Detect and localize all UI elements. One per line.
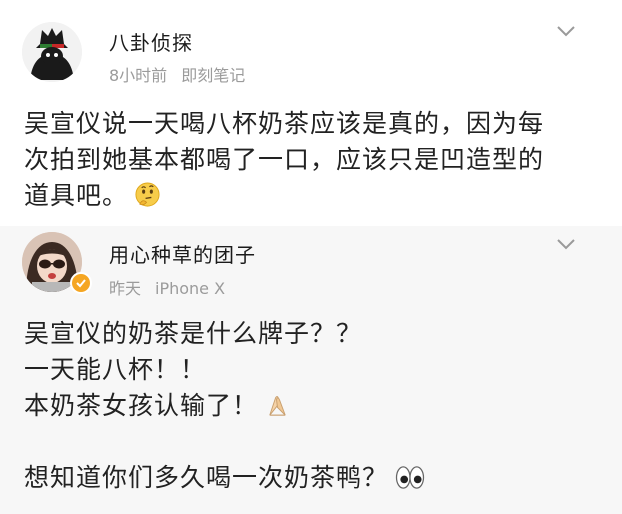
comment-text-segment: 本奶茶女孩认输了！ xyxy=(24,391,259,420)
post-text-segment: 道具吧。 xyxy=(24,181,129,210)
post-text-line: 次拍到她基本都喝了一口，应该只是凹造型的 xyxy=(24,145,545,174)
detective-avatar-icon xyxy=(22,22,82,82)
comment-text: 吴宣仪的奶茶是什么牌子？？ 一天能八杯！！ 本奶茶女孩认输了！ 想知道你们多久喝… xyxy=(24,316,604,496)
comment-text-line: 吴宣仪的奶茶是什么牌子？？ xyxy=(24,319,363,348)
thinking-face-icon xyxy=(135,182,160,207)
post-time: 昨天 xyxy=(109,279,142,298)
post-time: 8小时前 xyxy=(109,66,168,85)
weibo-post: 八卦侦探 8小时前 即刻笔记 吴宣仪说一天喝八杯奶茶应该是真的，因为每 次拍到她基… xyxy=(0,0,622,226)
avatar[interactable] xyxy=(22,22,82,82)
chevron-down-icon[interactable] xyxy=(556,237,576,251)
comment-text-segment: 想知道你们多久喝一次奶茶鸭？ xyxy=(24,463,389,492)
post-text: 吴宣仪说一天喝八杯奶茶应该是真的，因为每 次拍到她基本都喝了一口，应该只是凹造型… xyxy=(24,106,604,214)
folded-hands-icon xyxy=(269,396,286,416)
comment-text-line: 本奶茶女孩认输了！ xyxy=(24,388,604,424)
comment-text-line: 想知道你们多久喝一次奶茶鸭？ xyxy=(24,460,604,496)
post-source: iPhone X xyxy=(155,279,226,298)
eyes-icon xyxy=(395,466,425,489)
author-name[interactable]: 用心种草的团子 xyxy=(109,239,256,268)
post-meta: 昨天 iPhone X xyxy=(109,275,225,299)
comment-text-line: 一天能八杯！！ xyxy=(24,355,207,384)
post-text-line: 吴宣仪说一天喝八杯奶茶应该是真的，因为每 xyxy=(24,109,545,138)
chevron-down-icon[interactable] xyxy=(556,24,576,38)
post-source: 即刻笔记 xyxy=(181,66,246,85)
verified-badge-icon xyxy=(70,272,92,294)
post-meta: 8小时前 即刻笔记 xyxy=(109,62,245,86)
post-text-line: 道具吧。 xyxy=(24,178,604,214)
author-name[interactable]: 八卦侦探 xyxy=(109,27,193,56)
